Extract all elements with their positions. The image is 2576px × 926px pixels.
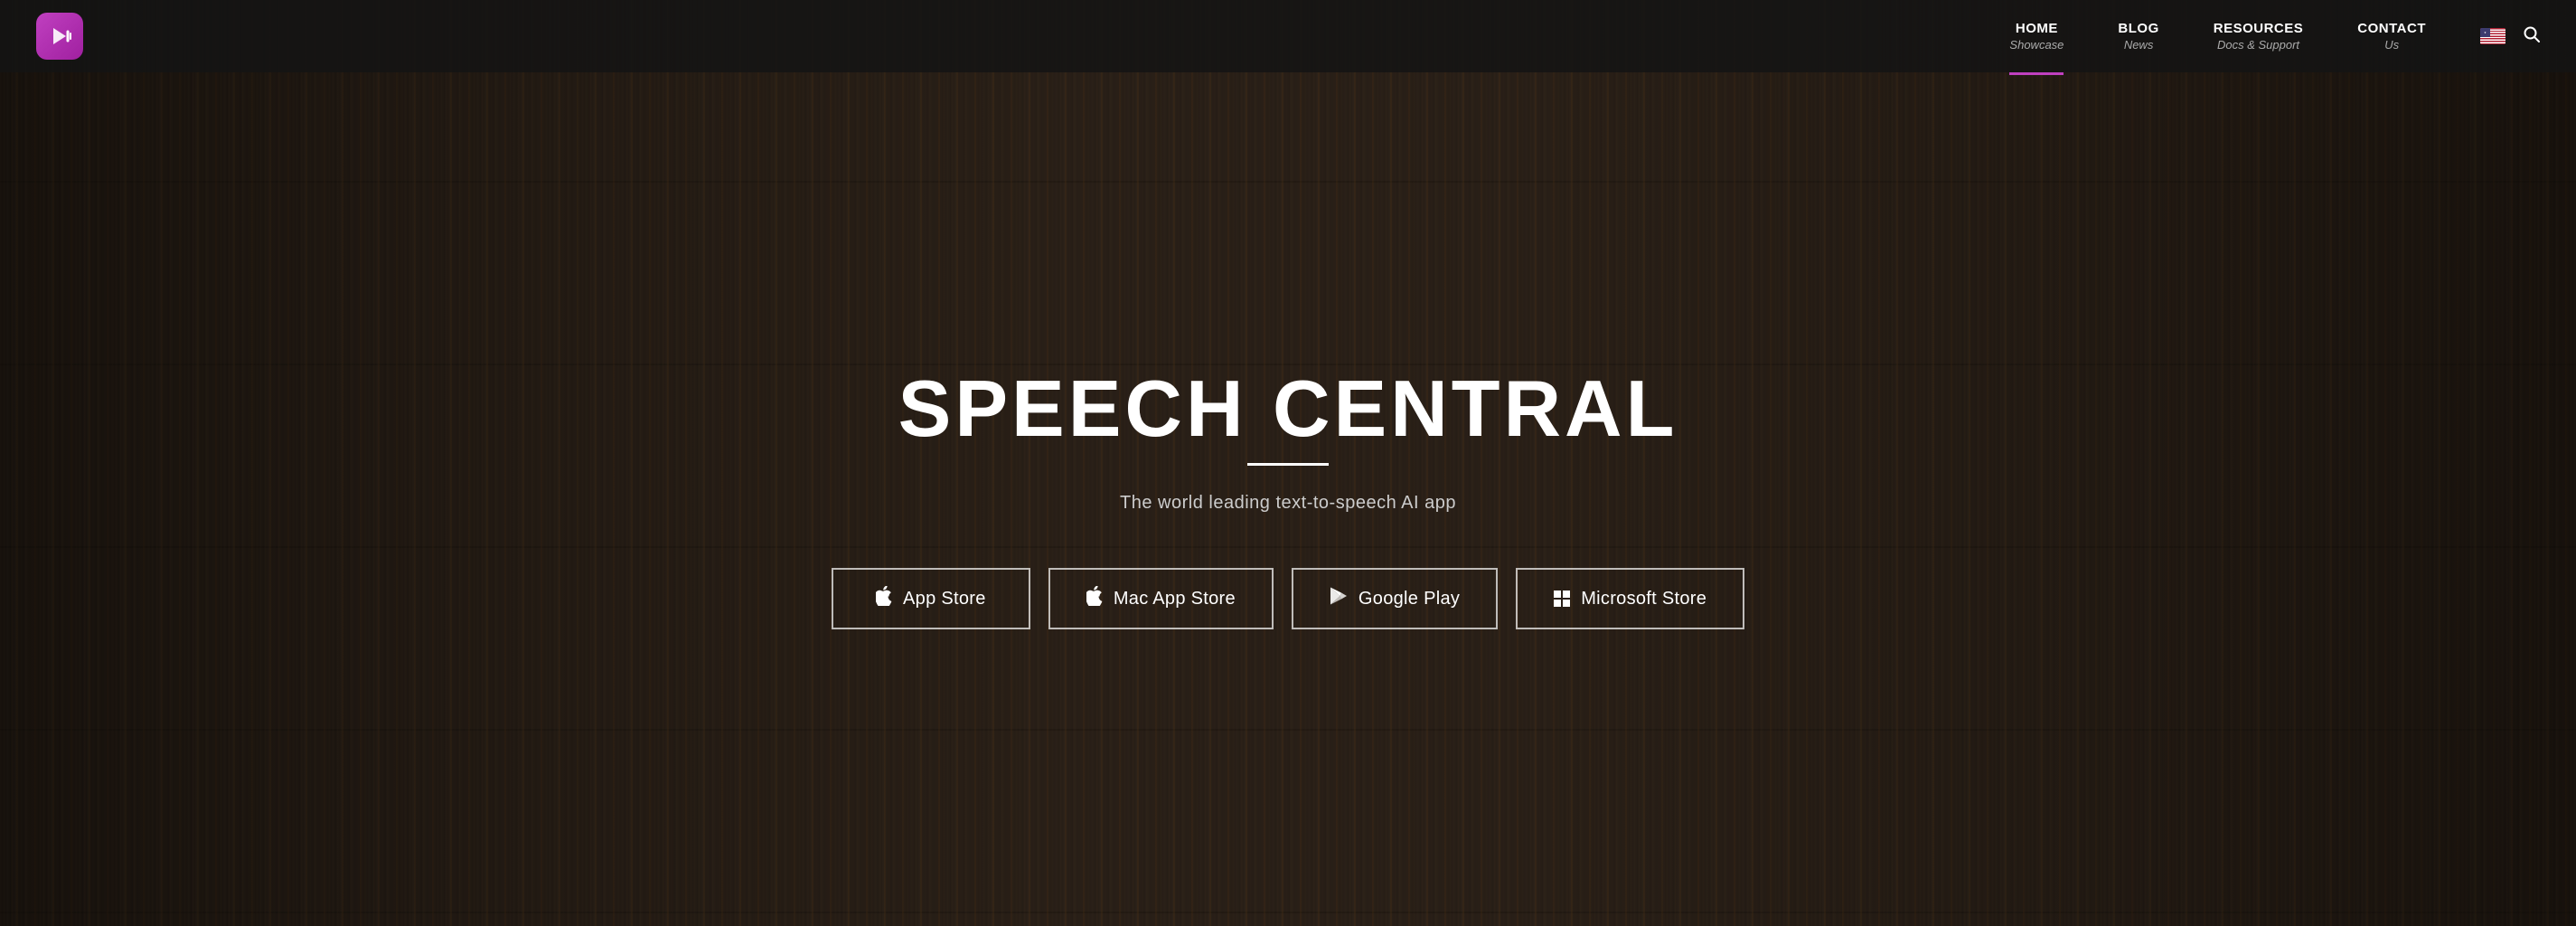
language-flag[interactable] bbox=[2480, 28, 2505, 44]
windows-icon bbox=[1554, 591, 1570, 607]
nav-item-home[interactable]: HOME Showcase bbox=[1982, 21, 2091, 52]
hero-content: SPEECH CENTRAL The world leading text-to… bbox=[0, 72, 2576, 926]
microsoft-store-label: Microsoft Store bbox=[1581, 589, 1706, 609]
logo-container bbox=[36, 13, 83, 60]
google-play-button[interactable]: Google Play bbox=[1292, 568, 1498, 629]
nav-item-contact[interactable]: CONTACT Us bbox=[2330, 21, 2453, 52]
microsoft-store-button[interactable]: Microsoft Store bbox=[1516, 568, 1744, 629]
hero-divider bbox=[1247, 463, 1329, 466]
nav-sublabel-home: Showcase bbox=[2009, 38, 2064, 52]
nav-right bbox=[2480, 26, 2540, 47]
apple-icon bbox=[876, 586, 892, 611]
google-play-icon bbox=[1330, 586, 1348, 611]
hero-section: HOME Showcase BLOG News RESOURCES Docs &… bbox=[0, 0, 2576, 926]
nav-label-resources: RESOURCES bbox=[2214, 21, 2304, 36]
app-logo[interactable] bbox=[36, 13, 83, 60]
nav-item-resources[interactable]: RESOURCES Docs & Support bbox=[2186, 21, 2331, 52]
mac-apple-icon bbox=[1086, 586, 1103, 611]
nav-label-blog: BLOG bbox=[2118, 21, 2158, 36]
nav-label-home: HOME bbox=[2009, 21, 2064, 36]
nav-sublabel-contact: Us bbox=[2357, 38, 2426, 52]
app-store-label: App Store bbox=[903, 589, 986, 609]
store-buttons: App Store Mac App Store bbox=[832, 568, 1744, 629]
nav-sublabel-resources: Docs & Support bbox=[2214, 38, 2304, 52]
google-play-label: Google Play bbox=[1359, 589, 1460, 609]
hero-title: SPEECH CENTRAL bbox=[898, 369, 1678, 449]
hero-subtitle: The world leading text-to-speech AI app bbox=[1120, 493, 1456, 514]
nav-sublabel-blog: News bbox=[2118, 38, 2158, 52]
nav-links: HOME Showcase BLOG News RESOURCES Docs &… bbox=[1982, 21, 2453, 52]
app-store-button[interactable]: App Store bbox=[832, 568, 1030, 629]
mac-app-store-button[interactable]: Mac App Store bbox=[1048, 568, 1274, 629]
mac-app-store-label: Mac App Store bbox=[1114, 589, 1236, 609]
navbar: HOME Showcase BLOG News RESOURCES Docs &… bbox=[0, 0, 2576, 72]
nav-label-contact: CONTACT bbox=[2357, 21, 2426, 36]
nav-item-blog[interactable]: BLOG News bbox=[2091, 21, 2186, 52]
search-icon[interactable] bbox=[2524, 26, 2540, 47]
